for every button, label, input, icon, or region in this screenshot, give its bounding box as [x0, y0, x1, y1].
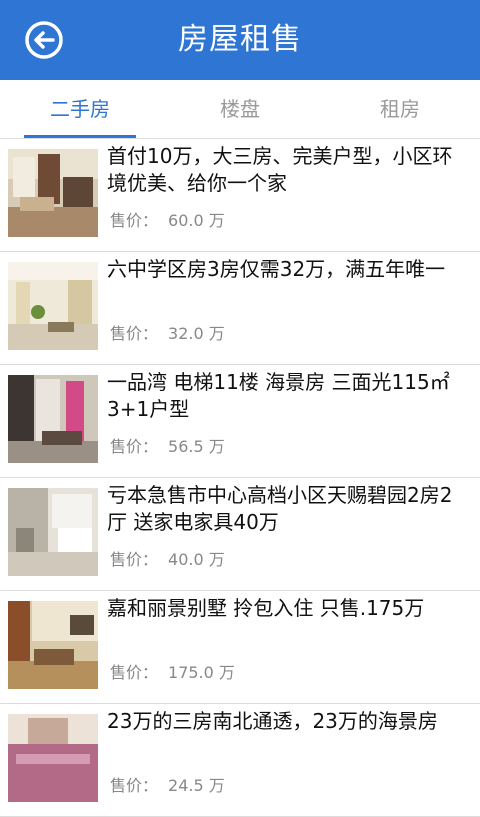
- listing-price: 175.0 万: [168, 663, 235, 682]
- listing-price-row: 售价： 24.5 万: [110, 772, 225, 796]
- app-header: 房屋租售: [0, 0, 480, 80]
- listing-price-row: 售价： 175.0 万: [110, 659, 235, 683]
- list-item[interactable]: 一品湾 电梯11楼 海景房 三面光115㎡ 3+1户型 售价： 56.5 万: [0, 365, 480, 478]
- tab-new-properties[interactable]: 楼盘: [160, 80, 320, 138]
- price-label: 售价：: [110, 211, 159, 230]
- tab-second-hand[interactable]: 二手房: [0, 80, 160, 138]
- price-label: 售价：: [110, 324, 159, 343]
- price-label: 售价：: [110, 776, 159, 795]
- listing-price: 32.0 万: [168, 324, 225, 343]
- listing-list: 首付10万，大三房、完美户型，小区环境优美、给你一个家 售价： 60.0 万 六中…: [0, 139, 480, 817]
- listing-photo: [8, 601, 98, 689]
- page-title: 房屋租售: [178, 22, 302, 57]
- list-item[interactable]: 六中学区房3房仅需32万，满五年唯一 售价： 32.0 万: [0, 252, 480, 365]
- list-item[interactable]: 首付10万，大三房、完美户型，小区环境优美、给你一个家 售价： 60.0 万: [0, 139, 480, 252]
- list-item[interactable]: 23万的三房南北通透，23万的海景房 售价： 24.5 万: [0, 704, 480, 817]
- price-label: 售价：: [110, 550, 159, 569]
- price-label: 售价：: [110, 437, 159, 456]
- listing-price: 40.0 万: [168, 550, 225, 569]
- list-item[interactable]: 嘉和丽景别墅 拎包入住 只售.175万 售价： 175.0 万: [0, 591, 480, 704]
- listing-photo: [8, 375, 98, 463]
- listing-price: 60.0 万: [168, 211, 225, 230]
- listing-title: 六中学区房3房仅需32万，满五年唯一: [107, 257, 446, 281]
- listing-photo: [8, 262, 98, 350]
- listing-price-row: 售价： 40.0 万: [110, 546, 225, 570]
- listing-title: 23万的三房南北通透，23万的海景房: [107, 709, 438, 733]
- list-item[interactable]: 亏本急售市中心高档小区天赐碧园2房2厅 送家电家具40万 售价： 40.0 万: [0, 478, 480, 591]
- listing-title: 一品湾 电梯11楼 海景房 三面光115㎡ 3+1户型: [107, 370, 450, 421]
- listing-price-row: 售价： 60.0 万: [110, 207, 225, 231]
- listing-title: 首付10万，大三房、完美户型，小区环境优美、给你一个家: [107, 144, 453, 195]
- listing-photo: [8, 149, 98, 237]
- listing-price: 24.5 万: [168, 776, 225, 795]
- listing-photo: [8, 714, 98, 802]
- listing-price-row: 售价： 56.5 万: [110, 433, 225, 457]
- listing-title: 嘉和丽景别墅 拎包入住 只售.175万: [107, 596, 425, 620]
- listing-title: 亏本急售市中心高档小区天赐碧园2房2厅 送家电家具40万: [107, 483, 453, 534]
- listing-price: 56.5 万: [168, 437, 225, 456]
- tab-bar: 二手房 楼盘 租房: [0, 80, 480, 139]
- price-label: 售价：: [110, 663, 159, 682]
- listing-price-row: 售价： 32.0 万: [110, 320, 225, 344]
- tab-rentals[interactable]: 租房: [320, 80, 480, 138]
- listing-photo: [8, 488, 98, 576]
